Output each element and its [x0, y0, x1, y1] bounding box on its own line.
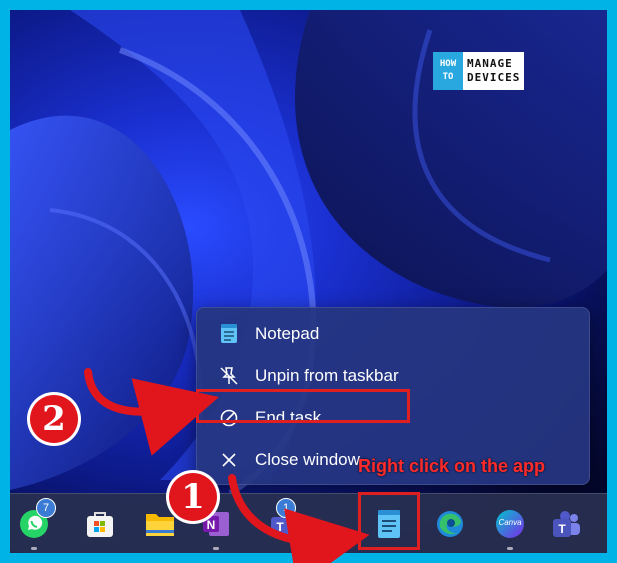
arrow-step1 [228, 474, 370, 563]
arrow-step2 [84, 368, 219, 456]
annotation-arrows [84, 368, 370, 563]
callout-text: Right click on the app [358, 456, 546, 476]
step-1-number: 1 [181, 477, 205, 517]
step-1-marker: 1 [169, 473, 217, 521]
step-2-number: 2 [42, 399, 66, 439]
step-2-marker: 2 [30, 395, 78, 443]
